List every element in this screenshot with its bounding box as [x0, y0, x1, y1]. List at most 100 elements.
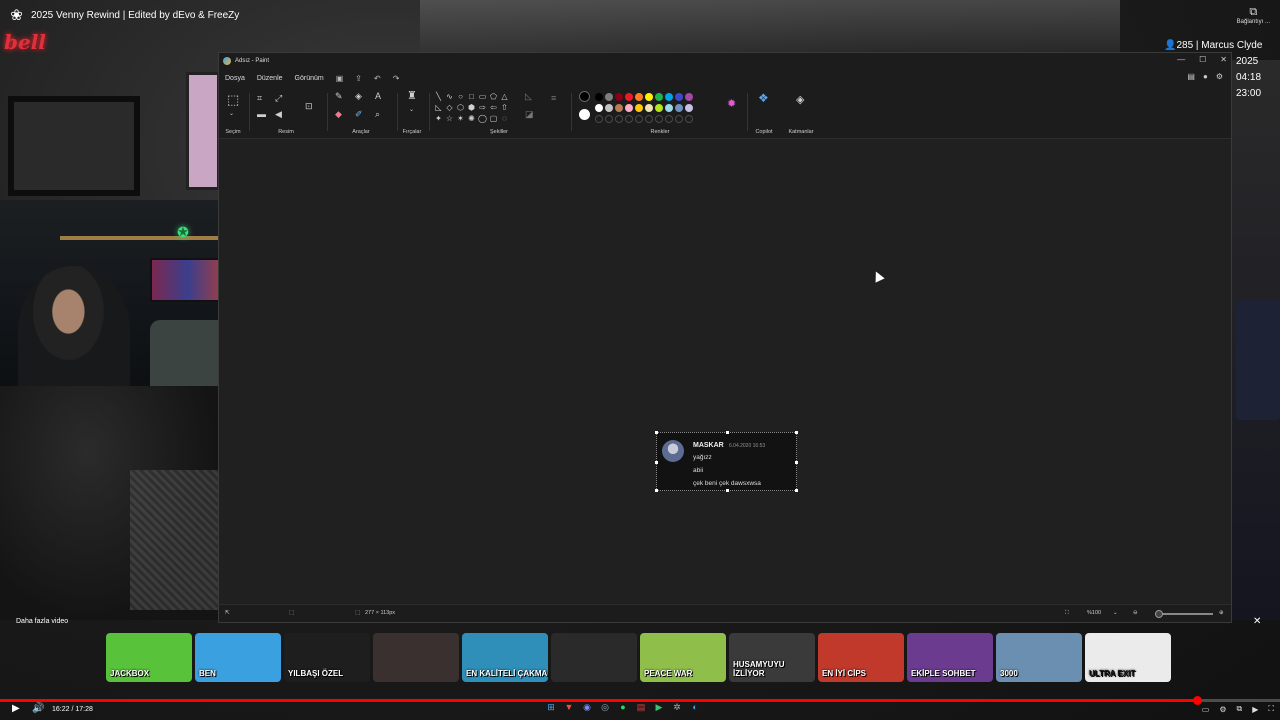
shape-option[interactable]: ⇨	[477, 102, 488, 113]
menu-view[interactable]: Görünüm	[295, 75, 324, 82]
play-icon[interactable]: ▶	[12, 703, 20, 714]
pencil-icon[interactable]: ✎	[335, 91, 343, 101]
video-thumbnail[interactable]: BEN	[195, 633, 281, 682]
zoom-in-icon[interactable]: ⊕	[1219, 610, 1224, 616]
text-icon[interactable]: A	[375, 91, 381, 101]
select-dropdown-icon[interactable]: ⌄	[229, 109, 234, 119]
fit-to-window-icon[interactable]: ⛶	[1065, 610, 1069, 617]
color-swatch[interactable]	[665, 104, 673, 112]
color-swatch[interactable]	[605, 104, 613, 112]
resize-handle[interactable]	[655, 461, 658, 464]
zoom-slider[interactable]	[1155, 613, 1213, 615]
layers-icon[interactable]: ◈	[796, 95, 804, 106]
video-thumbnail[interactable]	[373, 633, 459, 682]
video-thumbnail[interactable]: EN İYİ CİPS	[818, 633, 904, 682]
video-thumbnail[interactable]	[551, 633, 637, 682]
close-button[interactable]: ✕	[1220, 55, 1227, 64]
shape-option[interactable]: ∿	[444, 91, 455, 102]
custom-color-slot[interactable]	[685, 115, 693, 123]
video-thumbnail[interactable]: EKİPLE SOHBET	[907, 633, 993, 682]
resize-handle[interactable]	[726, 431, 729, 434]
miniplayer-icon[interactable]: ⧉	[1237, 704, 1243, 714]
resize-icon[interactable]: ⤢	[275, 93, 282, 103]
shape-option[interactable]: ⬠	[488, 91, 499, 102]
shape-fill-icon[interactable]: ◪	[525, 109, 534, 119]
resize-handle[interactable]	[795, 489, 798, 492]
zoom-out-icon[interactable]: ⊖	[1133, 610, 1138, 616]
color-swatch[interactable]	[645, 93, 653, 101]
shape-option[interactable]: ○	[455, 91, 466, 102]
video-thumbnail[interactable]: PEACE WAR	[640, 633, 726, 682]
custom-color-slot[interactable]	[675, 115, 683, 123]
remove-background-icon[interactable]: ⊡	[305, 101, 313, 111]
primary-color-swatch[interactable]	[579, 91, 590, 102]
video-thumbnail[interactable]: HUSAMYUYU İZLİYOR	[729, 633, 815, 682]
image-icon[interactable]: ▬	[257, 109, 266, 119]
color-swatch[interactable]	[655, 104, 663, 112]
custom-color-slot[interactable]	[605, 115, 613, 123]
save-icon[interactable]: ▣	[336, 74, 344, 83]
shape-option[interactable]: ▭	[477, 91, 488, 102]
share-icon[interactable]: ⇪	[355, 74, 362, 83]
resize-handle[interactable]	[795, 461, 798, 464]
shape-option[interactable]: ╲	[433, 91, 444, 102]
shape-option[interactable]: ⬡	[455, 102, 466, 113]
close-icon[interactable]: ✕	[1253, 616, 1261, 627]
volume-icon[interactable]: 🔊	[32, 703, 44, 714]
youtube-logo-icon[interactable]: ▶	[1252, 705, 1258, 714]
custom-color-slot[interactable]	[635, 115, 643, 123]
custom-color-slot[interactable]	[645, 115, 653, 123]
fill-icon[interactable]: ◈	[355, 91, 362, 101]
select-rect-icon[interactable]: ⬚	[227, 93, 239, 106]
resize-handle[interactable]	[655, 431, 658, 434]
color-swatch[interactable]	[645, 104, 653, 112]
magnifier-icon[interactable]: ⌕	[375, 109, 380, 119]
color-picker-icon[interactable]: ✐	[355, 109, 363, 119]
color-swatch[interactable]	[655, 93, 663, 101]
color-swatch[interactable]	[685, 104, 693, 112]
video-thumbnail[interactable]: 3000	[996, 633, 1082, 682]
video-thumbnail[interactable]: EN KALİTELİ ÇAKMA	[462, 633, 548, 682]
shape-option[interactable]: ✦	[433, 113, 444, 124]
shape-option[interactable]: □	[466, 91, 477, 102]
maximize-button[interactable]: ☐	[1199, 55, 1206, 64]
menu-edit[interactable]: Düzenle	[257, 75, 283, 82]
color-swatch[interactable]	[685, 93, 693, 101]
shape-option[interactable]: ◇	[444, 102, 455, 113]
custom-color-slot[interactable]	[615, 115, 623, 123]
color-swatch[interactable]	[615, 93, 623, 101]
color-swatch[interactable]	[635, 104, 643, 112]
color-swatch[interactable]	[625, 104, 633, 112]
color-swatch[interactable]	[665, 93, 673, 101]
shape-option[interactable]: ⇦	[488, 102, 499, 113]
color-swatch[interactable]	[625, 93, 633, 101]
video-thumbnail[interactable]: JACKBOX	[106, 633, 192, 682]
brush-icon[interactable]: ♜	[407, 91, 417, 102]
shape-option[interactable]: ⬢	[466, 102, 477, 113]
shape-size-icon[interactable]: ≡	[551, 93, 556, 103]
shape-option[interactable]: △	[499, 91, 510, 102]
pasted-message-selection[interactable]: MASKAR 6.04.2020 16:53 yağızz abii çek b…	[655, 431, 798, 492]
secondary-color-swatch[interactable]	[579, 109, 590, 120]
shape-option[interactable]: ◺	[433, 102, 444, 113]
settings-icon[interactable]: ⚙	[1219, 705, 1226, 714]
zoom-slider-knob[interactable]	[1155, 610, 1163, 618]
color-swatch[interactable]	[595, 93, 603, 101]
redo-icon[interactable]: ↷	[393, 74, 400, 83]
crop-icon[interactable]: ⌗	[257, 93, 262, 103]
paint-titlebar[interactable]: Adsız - Paint	[219, 53, 1231, 69]
shape-option[interactable]: ◯	[477, 113, 488, 124]
custom-color-slot[interactable]	[655, 115, 663, 123]
settings-gear-icon[interactable]: ⚙	[1216, 72, 1223, 81]
paint-canvas-area[interactable]: MASKAR 6.04.2020 16:53 yağızz abii çek b…	[219, 140, 1231, 604]
shape-option[interactable]: ☆	[444, 113, 455, 124]
subtitles-icon[interactable]: ▭	[1202, 705, 1210, 714]
color-swatch[interactable]	[615, 104, 623, 112]
eraser-icon[interactable]: ◆	[335, 109, 342, 119]
resize-handle[interactable]	[795, 431, 798, 434]
color-swatch[interactable]	[675, 93, 683, 101]
copy-link-button[interactable]: ⧉ Bağlantıyı ...	[1237, 6, 1270, 25]
resize-handle[interactable]	[726, 489, 729, 492]
color-swatch[interactable]	[595, 104, 603, 112]
progress-scrubber[interactable]	[1192, 696, 1202, 705]
